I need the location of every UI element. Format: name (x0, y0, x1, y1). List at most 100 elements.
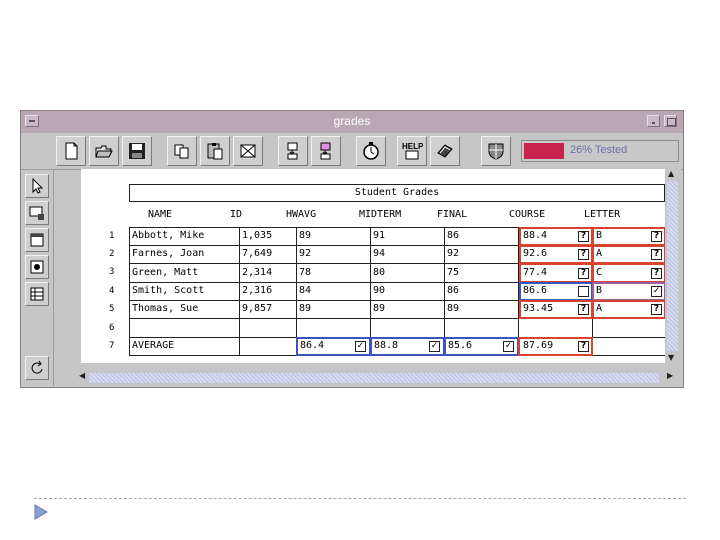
book-button[interactable] (430, 136, 460, 166)
grades-window: grades HELP 26% Tested Student Grades NA… (20, 110, 684, 388)
name-cell[interactable]: Smith, Scott (130, 282, 239, 300)
letter-cell[interactable]: C (594, 264, 650, 282)
id-cell[interactable]: 1,035 (240, 227, 296, 245)
letter-cell[interactable]: A (594, 300, 650, 318)
hwavg-average-cell[interactable]: 86.4 (298, 337, 354, 355)
midterm-cell[interactable]: 91 (371, 227, 444, 245)
name-cell[interactable]: Farnes, Joan (130, 245, 239, 263)
course-cell[interactable]: 86.6 (521, 282, 577, 300)
sheet-title: Student Grades (129, 184, 665, 202)
course-check-mark[interactable]: ? (578, 304, 589, 315)
radio-tool-button[interactable] (25, 255, 49, 279)
average-label-cell[interactable]: AVERAGE (130, 337, 239, 355)
midterm-cell[interactable]: 89 (371, 300, 444, 318)
export-icon (320, 142, 331, 160)
course-cell[interactable]: 88.4 (521, 227, 577, 245)
cell-tool-button[interactable] (25, 201, 49, 225)
export-button[interactable] (311, 136, 341, 166)
final-cell[interactable]: 75 (445, 264, 518, 282)
horizontal-scrollbar[interactable]: ◀ ▶ (77, 371, 681, 385)
paste-icon (207, 143, 223, 160)
course-check-mark[interactable] (578, 286, 589, 297)
course-cell[interactable]: 93.45 (521, 300, 577, 318)
hwavg-cell[interactable]: 84 (297, 282, 370, 300)
letter-cell[interactable]: A (594, 245, 650, 263)
midterm-cell[interactable]: 90 (371, 282, 444, 300)
id-cell[interactable]: 7,649 (240, 245, 296, 263)
final-cell[interactable]: 86 (445, 227, 518, 245)
minimize-button[interactable] (647, 115, 660, 127)
column-header-name: NAME (148, 209, 173, 220)
midterm-cell[interactable]: 94 (371, 245, 444, 263)
letter-check-mark[interactable]: ? (651, 231, 662, 242)
open-icon (95, 145, 113, 158)
horizontal-scroll-track[interactable] (89, 373, 659, 383)
vertical-scroll-track[interactable] (667, 181, 678, 351)
column-header-midterm: MIDTERM (359, 209, 402, 220)
letter-check-mark[interactable]: ? (651, 268, 662, 279)
column-header-id: ID (230, 209, 243, 220)
final-average-cell[interactable]: 85.6 (446, 337, 502, 355)
scroll-left-arrow-icon[interactable]: ◀ (79, 371, 85, 380)
letter-cell[interactable]: B (594, 227, 650, 245)
letter-check-mark[interactable]: ? (651, 304, 662, 315)
copy-button[interactable] (167, 136, 197, 166)
paste-button[interactable] (200, 136, 230, 166)
course-check-mark[interactable]: ? (578, 249, 589, 260)
course-check-mark[interactable]: ? (578, 268, 589, 279)
save-button[interactable] (122, 136, 152, 166)
letter-check-mark[interactable]: ✓ (651, 286, 662, 297)
scroll-down-arrow-icon[interactable]: ▼ (668, 353, 674, 362)
delete-button[interactable] (233, 136, 263, 166)
midterm-cell[interactable]: 80 (371, 264, 444, 282)
hwavg-average-check[interactable]: ✓ (355, 341, 366, 352)
id-cell[interactable]: 2,316 (240, 282, 296, 300)
import-icon (287, 142, 298, 160)
help-button[interactable]: HELP! (397, 136, 427, 166)
final-average-check[interactable]: ✓ (503, 341, 514, 352)
vertical-scrollbar[interactable]: ▲ ▼ (665, 169, 681, 367)
timer-button[interactable] (356, 136, 386, 166)
import-button[interactable] (278, 136, 308, 166)
window-title: grades (333, 114, 371, 128)
course-average-check[interactable]: ? (578, 341, 589, 352)
progress-label: 26% Tested (570, 144, 628, 156)
midterm-average-check[interactable]: ✓ (429, 341, 440, 352)
scroll-right-arrow-icon[interactable]: ▶ (667, 371, 673, 380)
table-tool-button[interactable] (25, 282, 49, 306)
hwavg-cell[interactable]: 92 (297, 245, 370, 263)
final-cell[interactable]: 92 (445, 245, 518, 263)
column-header-hwavg: HWAVG (286, 209, 317, 220)
midterm-average-cell[interactable]: 88.8 (372, 337, 428, 355)
final-cell[interactable]: 89 (445, 300, 518, 318)
course-cell[interactable]: 92.6 (521, 245, 577, 263)
id-cell[interactable]: 9,857 (240, 300, 296, 318)
course-average-cell[interactable]: 87.69 (521, 337, 577, 355)
row-number: 6 (109, 323, 115, 333)
progress-fill (524, 143, 564, 159)
new-file-button[interactable] (56, 136, 86, 166)
hwavg-cell[interactable]: 78 (297, 264, 370, 282)
select-tool-button[interactable] (25, 174, 49, 198)
row-number: 7 (109, 341, 115, 351)
final-cell[interactable]: 86 (445, 282, 518, 300)
maximize-button[interactable] (664, 115, 677, 127)
letter-check-mark[interactable]: ? (651, 249, 662, 260)
rotate-tool-button[interactable] (25, 356, 49, 380)
name-cell[interactable]: Green, Matt (130, 264, 239, 282)
id-cell[interactable]: 2,314 (240, 264, 296, 282)
open-file-button[interactable] (89, 136, 119, 166)
delete-icon (240, 144, 256, 158)
box-tool-button[interactable] (25, 228, 49, 252)
course-cell[interactable]: 77.4 (521, 264, 577, 282)
hwavg-cell[interactable]: 89 (297, 300, 370, 318)
hwavg-cell[interactable]: 89 (297, 227, 370, 245)
title-bar[interactable]: grades (21, 111, 683, 134)
course-check-mark[interactable]: ? (578, 231, 589, 242)
shield-button[interactable] (481, 136, 511, 166)
column-header-final: FINAL (437, 209, 468, 220)
name-cell[interactable]: Thomas, Sue (130, 300, 239, 318)
name-cell[interactable]: Abbott, Mike (130, 227, 239, 245)
letter-cell[interactable]: B (594, 282, 650, 300)
scroll-up-arrow-icon[interactable]: ▲ (668, 169, 674, 178)
